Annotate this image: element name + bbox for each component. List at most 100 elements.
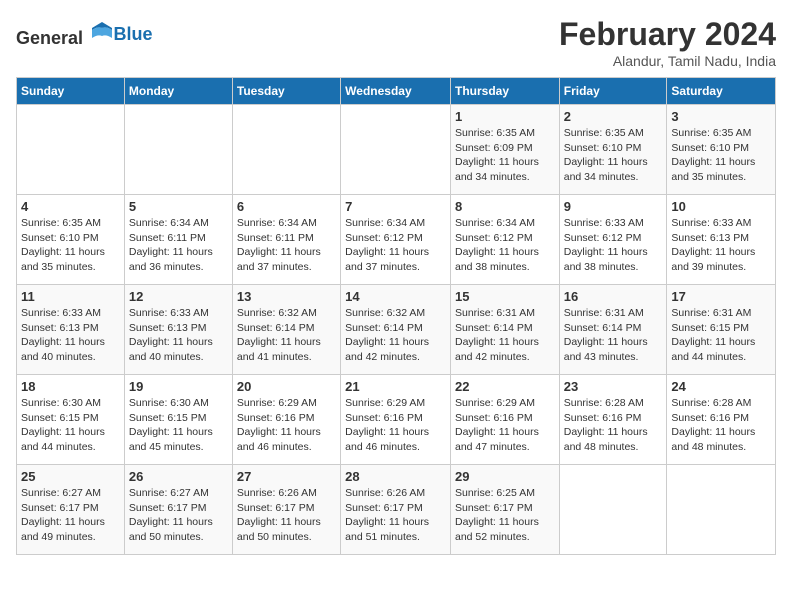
day-info: Sunrise: 6:34 AM Sunset: 6:11 PM Dayligh… [237, 216, 336, 275]
calendar-cell [17, 105, 125, 195]
day-info: Sunrise: 6:29 AM Sunset: 6:16 PM Dayligh… [345, 396, 446, 455]
day-number: 12 [129, 289, 228, 304]
day-info: Sunrise: 6:32 AM Sunset: 6:14 PM Dayligh… [345, 306, 446, 365]
day-info: Sunrise: 6:29 AM Sunset: 6:16 PM Dayligh… [237, 396, 336, 455]
calendar-cell: 19 Sunrise: 6:30 AM Sunset: 6:15 PM Dayli… [124, 375, 232, 465]
day-info: Sunrise: 6:31 AM Sunset: 6:14 PM Dayligh… [564, 306, 663, 365]
day-number: 25 [21, 469, 120, 484]
day-info: Sunrise: 6:25 AM Sunset: 6:17 PM Dayligh… [455, 486, 555, 545]
calendar-week-row: 18 Sunrise: 6:30 AM Sunset: 6:15 PM Dayli… [17, 375, 776, 465]
calendar-cell: 5 Sunrise: 6:34 AM Sunset: 6:11 PM Daylig… [124, 195, 232, 285]
logo-icon [90, 20, 114, 44]
calendar-cell: 13 Sunrise: 6:32 AM Sunset: 6:14 PM Dayli… [232, 285, 340, 375]
day-info: Sunrise: 6:33 AM Sunset: 6:13 PM Dayligh… [671, 216, 771, 275]
location-title: Alandur, Tamil Nadu, India [559, 53, 776, 69]
day-info: Sunrise: 6:33 AM Sunset: 6:13 PM Dayligh… [129, 306, 228, 365]
calendar-cell: 1 Sunrise: 6:35 AM Sunset: 6:09 PM Daylig… [450, 105, 559, 195]
day-info: Sunrise: 6:27 AM Sunset: 6:17 PM Dayligh… [129, 486, 228, 545]
day-number: 3 [671, 109, 771, 124]
calendar-cell [341, 105, 451, 195]
calendar-cell: 12 Sunrise: 6:33 AM Sunset: 6:13 PM Dayli… [124, 285, 232, 375]
calendar-cell: 20Sunrise: 6:29 AM Sunset: 6:16 PM Dayli… [232, 375, 340, 465]
day-number: 27 [237, 469, 336, 484]
calendar-cell: 4 Sunrise: 6:35 AM Sunset: 6:10 PM Daylig… [17, 195, 125, 285]
day-header-wednesday: Wednesday [341, 78, 451, 105]
day-info: Sunrise: 6:26 AM Sunset: 6:17 PM Dayligh… [237, 486, 336, 545]
day-info: Sunrise: 6:27 AM Sunset: 6:17 PM Dayligh… [21, 486, 120, 545]
day-number: 13 [237, 289, 336, 304]
day-info: Sunrise: 6:30 AM Sunset: 6:15 PM Dayligh… [21, 396, 120, 455]
calendar-cell: 24Sunrise: 6:28 AM Sunset: 6:16 PM Dayli… [667, 375, 776, 465]
day-number: 19 [129, 379, 228, 394]
day-info: Sunrise: 6:32 AM Sunset: 6:14 PM Dayligh… [237, 306, 336, 365]
calendar-header-row: SundayMondayTuesdayWednesdayThursdayFrid… [17, 78, 776, 105]
day-header-saturday: Saturday [667, 78, 776, 105]
calendar-cell: 21 Sunrise: 6:29 AM Sunset: 6:16 PM Dayli… [341, 375, 451, 465]
day-info: Sunrise: 6:26 AM Sunset: 6:17 PM Dayligh… [345, 486, 446, 545]
day-number: 29 [455, 469, 555, 484]
day-number: 16 [564, 289, 663, 304]
logo-blue: Blue [114, 24, 153, 44]
day-header-sunday: Sunday [17, 78, 125, 105]
day-info: Sunrise: 6:33 AM Sunset: 6:13 PM Dayligh… [21, 306, 120, 365]
day-info: Sunrise: 6:31 AM Sunset: 6:15 PM Dayligh… [671, 306, 771, 365]
day-number: 11 [21, 289, 120, 304]
calendar-cell [232, 105, 340, 195]
calendar-cell: 16 Sunrise: 6:31 AM Sunset: 6:14 PM Dayli… [559, 285, 667, 375]
day-number: 26 [129, 469, 228, 484]
day-number: 18 [21, 379, 120, 394]
day-header-monday: Monday [124, 78, 232, 105]
calendar-cell: 6Sunrise: 6:34 AM Sunset: 6:11 PM Daylig… [232, 195, 340, 285]
day-header-thursday: Thursday [450, 78, 559, 105]
calendar-cell: 9Sunrise: 6:33 AM Sunset: 6:12 PM Daylig… [559, 195, 667, 285]
calendar: SundayMondayTuesdayWednesdayThursdayFrid… [16, 77, 776, 555]
calendar-cell: 22 Sunrise: 6:29 AM Sunset: 6:16 PM Dayli… [450, 375, 559, 465]
logo-general: General [16, 28, 83, 48]
calendar-cell: 14 Sunrise: 6:32 AM Sunset: 6:14 PM Dayli… [341, 285, 451, 375]
day-header-tuesday: Tuesday [232, 78, 340, 105]
day-info: Sunrise: 6:35 AM Sunset: 6:10 PM Dayligh… [21, 216, 120, 275]
calendar-cell [667, 465, 776, 555]
header: General Blue February 2024 Alandur, Tami… [16, 16, 776, 69]
day-info: Sunrise: 6:28 AM Sunset: 6:16 PM Dayligh… [671, 396, 771, 455]
day-number: 21 [345, 379, 446, 394]
day-number: 4 [21, 199, 120, 214]
day-number: 10 [671, 199, 771, 214]
day-number: 2 [564, 109, 663, 124]
day-info: Sunrise: 6:35 AM Sunset: 6:10 PM Dayligh… [671, 126, 771, 185]
day-info: Sunrise: 6:29 AM Sunset: 6:16 PM Dayligh… [455, 396, 555, 455]
day-info: Sunrise: 6:34 AM Sunset: 6:12 PM Dayligh… [455, 216, 555, 275]
day-number: 7 [345, 199, 446, 214]
day-number: 28 [345, 469, 446, 484]
day-number: 5 [129, 199, 228, 214]
day-number: 22 [455, 379, 555, 394]
day-info: Sunrise: 6:33 AM Sunset: 6:12 PM Dayligh… [564, 216, 663, 275]
day-number: 14 [345, 289, 446, 304]
day-number: 8 [455, 199, 555, 214]
calendar-week-row: 25 Sunrise: 6:27 AM Sunset: 6:17 PM Dayli… [17, 465, 776, 555]
calendar-cell: 29 Sunrise: 6:25 AM Sunset: 6:17 PM Dayli… [450, 465, 559, 555]
month-title: February 2024 [559, 16, 776, 53]
day-number: 1 [455, 109, 555, 124]
calendar-cell: 2 Sunrise: 6:35 AM Sunset: 6:10 PM Daylig… [559, 105, 667, 195]
day-number: 17 [671, 289, 771, 304]
day-info: Sunrise: 6:34 AM Sunset: 6:11 PM Dayligh… [129, 216, 228, 275]
calendar-cell [124, 105, 232, 195]
calendar-cell: 11 Sunrise: 6:33 AM Sunset: 6:13 PM Dayli… [17, 285, 125, 375]
calendar-cell [559, 465, 667, 555]
calendar-cell: 18 Sunrise: 6:30 AM Sunset: 6:15 PM Dayli… [17, 375, 125, 465]
calendar-cell: 28 Sunrise: 6:26 AM Sunset: 6:17 PM Dayli… [341, 465, 451, 555]
calendar-cell: 15Sunrise: 6:31 AM Sunset: 6:14 PM Dayli… [450, 285, 559, 375]
day-info: Sunrise: 6:28 AM Sunset: 6:16 PM Dayligh… [564, 396, 663, 455]
day-header-friday: Friday [559, 78, 667, 105]
day-info: Sunrise: 6:34 AM Sunset: 6:12 PM Dayligh… [345, 216, 446, 275]
calendar-cell: 8 Sunrise: 6:34 AM Sunset: 6:12 PM Daylig… [450, 195, 559, 285]
day-info: Sunrise: 6:35 AM Sunset: 6:09 PM Dayligh… [455, 126, 555, 185]
title-area: February 2024 Alandur, Tamil Nadu, India [559, 16, 776, 69]
day-number: 15 [455, 289, 555, 304]
day-info: Sunrise: 6:30 AM Sunset: 6:15 PM Dayligh… [129, 396, 228, 455]
calendar-cell: 27 Sunrise: 6:26 AM Sunset: 6:17 PM Dayli… [232, 465, 340, 555]
logo: General Blue [16, 20, 153, 49]
calendar-cell: 26 Sunrise: 6:27 AM Sunset: 6:17 PM Dayli… [124, 465, 232, 555]
day-info: Sunrise: 6:35 AM Sunset: 6:10 PM Dayligh… [564, 126, 663, 185]
